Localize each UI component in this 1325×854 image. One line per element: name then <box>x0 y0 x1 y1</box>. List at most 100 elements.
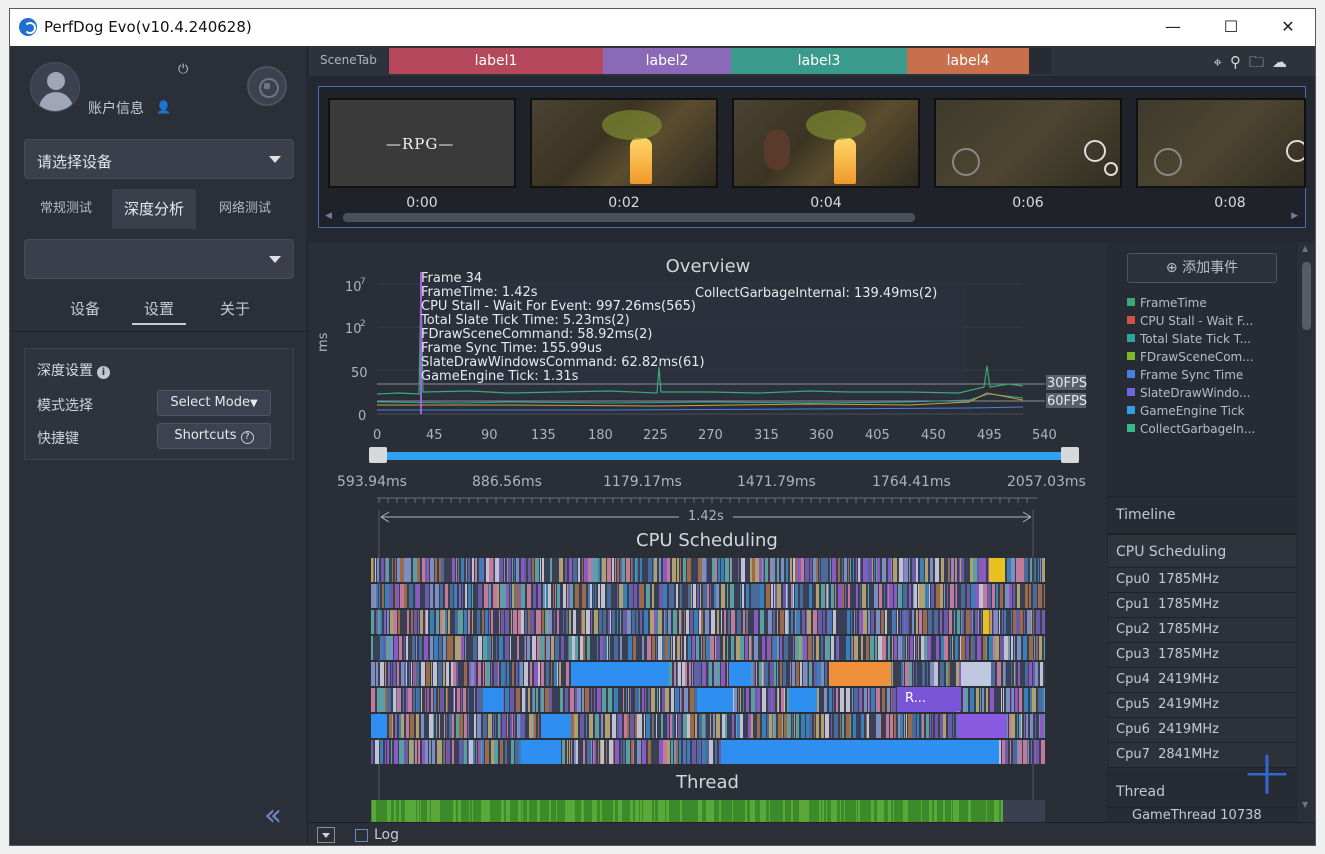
main-area: SceneTab label1 label2 label3 label4 ⌖⚲🗀… <box>309 46 1315 845</box>
map-pin-icon[interactable]: ⌖ <box>1214 53 1230 71</box>
cpu-track-row[interactable] <box>371 636 1045 660</box>
maximize-button[interactable]: ☐ <box>1202 9 1260 46</box>
cpu-row[interactable]: Cpu5 2419MHz <box>1108 693 1296 718</box>
cpu-track-row[interactable] <box>371 714 1045 738</box>
cpu-track-row[interactable] <box>371 740 1045 764</box>
tab-settings[interactable]: 设置 <box>132 298 186 325</box>
legend-item[interactable]: FDrawSceneCom... <box>1127 350 1254 364</box>
scene-tab-label1[interactable]: label1 <box>389 48 603 74</box>
thumbnail[interactable] <box>530 98 718 188</box>
x-tick: 315 <box>754 428 779 443</box>
tab-network-test[interactable]: 网络测试 <box>200 189 290 229</box>
y-tick-exp: 2 <box>360 319 366 329</box>
scroll-up-icon[interactable]: ▲ <box>1302 244 1308 253</box>
cpu-track-row[interactable] <box>371 662 1045 686</box>
cpu-row[interactable]: Cpu0 1785MHz <box>1108 568 1296 593</box>
ruler-label: 1471.79ms <box>737 474 816 490</box>
folder-icon[interactable]: 🗀 <box>1249 53 1272 71</box>
scroll-right-icon[interactable]: ▶ <box>1291 211 1298 221</box>
tab-device[interactable]: 设备 <box>70 298 100 319</box>
thread-item[interactable]: GameThread 10738 <box>1132 808 1262 823</box>
help-icon: ? <box>240 431 254 444</box>
minimize-button[interactable]: — <box>1144 9 1202 46</box>
cpu-row[interactable]: Cpu3 1785MHz <box>1108 643 1296 668</box>
series-gameengine <box>377 406 1024 411</box>
add-track-plus-icon[interactable]: + <box>1241 742 1293 804</box>
left-panel: 账户信息 👤 ⏻ 请选择设备 常规测试 深度分析 网络测试 设备 设置 关于 深… <box>10 46 308 845</box>
range-handle-right[interactable] <box>1061 447 1079 463</box>
horizontal-scrollbar[interactable] <box>343 213 915 222</box>
cpu-tracks[interactable] <box>371 558 1045 766</box>
sub-select[interactable] <box>24 239 294 279</box>
thumbnail[interactable]: —RPG— <box>328 98 516 188</box>
scene-tab-label2[interactable]: label2 <box>603 48 731 74</box>
thumbnail[interactable] <box>1136 98 1306 188</box>
account-info-label[interactable]: 账户信息 <box>88 98 144 118</box>
pin-outline-icon[interactable]: ⚲ <box>1230 53 1249 71</box>
legend-item[interactable]: SlateDrawWindo... <box>1127 386 1250 400</box>
user-settings-icon[interactable]: 👤 <box>156 100 171 114</box>
caret-down-icon: ▼ <box>249 398 258 409</box>
fps-tag-30: 30FPS <box>1047 376 1087 391</box>
scene-tab-bar: SceneTab label1 label2 label3 label4 ⌖⚲🗀… <box>309 46 1315 76</box>
legend-item[interactable]: Total Slate Tick T... <box>1127 332 1251 346</box>
log-label[interactable]: Log <box>374 827 399 843</box>
power-icon[interactable]: ⏻ <box>178 62 188 77</box>
select-mode-button[interactable]: Select Mode▼ <box>157 390 271 416</box>
legend-item[interactable]: CPU Stall - Wait F... <box>1127 314 1253 328</box>
scroll-left-icon[interactable]: ◀ <box>325 211 332 221</box>
thumbnail[interactable] <box>732 98 920 188</box>
thread-track[interactable] <box>371 800 1045 822</box>
plus-circle-icon: ⊕ <box>1165 260 1183 276</box>
cpu-track-row[interactable] <box>371 610 1045 634</box>
add-event-button[interactable]: ⊕ 添加事件 <box>1127 253 1277 283</box>
cpu-row[interactable]: Cpu2 1785MHz <box>1108 618 1296 643</box>
x-tick: 135 <box>531 428 556 443</box>
x-tick: 360 <box>809 428 834 443</box>
info-icon[interactable]: i <box>97 366 110 379</box>
legend-item[interactable]: FrameTime <box>1127 296 1207 310</box>
scene-tab-label4[interactable]: label4 <box>907 48 1029 74</box>
app-window: PerfDog Evo(v10.4.240628) — ☐ ✕ 账户信息 👤 ⏻… <box>9 8 1316 846</box>
cpu-scheduling-header[interactable]: CPU Scheduling <box>1108 534 1296 568</box>
device-select[interactable]: 请选择设备 <box>24 139 294 179</box>
scrollbar-thumb[interactable] <box>1302 262 1311 330</box>
range-slider[interactable] <box>379 452 1063 460</box>
thumbnail-time: 0:04 <box>810 195 842 211</box>
close-button[interactable]: ✕ <box>1259 9 1315 46</box>
caret-down-icon <box>269 156 281 163</box>
deep-settings-box: 深度设置 i 模式选择 Select Mode▼ 快捷键 Shortcuts ? <box>24 348 294 460</box>
log-checkbox[interactable] <box>355 829 368 842</box>
title-bar: PerfDog Evo(v10.4.240628) — ☐ ✕ <box>10 9 1315 46</box>
y-tick-exp: 7 <box>360 277 366 287</box>
avatar[interactable] <box>30 62 80 112</box>
cpu-row[interactable]: Cpu4 2419MHz <box>1108 668 1296 693</box>
scroll-down-icon[interactable]: ▼ <box>1302 800 1308 809</box>
cpu-track-row[interactable] <box>371 584 1045 608</box>
scene-tab-label3[interactable]: label3 <box>731 48 907 74</box>
timeline-header[interactable]: Timeline <box>1108 496 1296 534</box>
tab-deep-analysis[interactable]: 深度分析 <box>112 189 196 229</box>
tab-about[interactable]: 关于 <box>220 298 250 319</box>
thumbnail[interactable] <box>934 98 1122 188</box>
cpu-row[interactable]: Cpu1 1785MHz <box>1108 593 1296 618</box>
log-toggle-dropdown-icon[interactable] <box>317 827 335 843</box>
legend-item[interactable]: Frame Sync Time <box>1127 368 1243 382</box>
thumbnail-time: 0:06 <box>1012 195 1044 211</box>
legend-item[interactable]: GameEngine Tick <box>1127 404 1245 418</box>
range-handle-left[interactable] <box>369 447 387 463</box>
tab-normal-test[interactable]: 常规测试 <box>24 189 108 229</box>
task-chip[interactable]: R... <box>897 687 961 711</box>
x-tick: 225 <box>643 428 668 443</box>
record-button[interactable] <box>247 66 287 106</box>
vertical-scrollbar[interactable]: ▲ ▼ <box>1297 242 1315 822</box>
collapse-left-icon[interactable]: ‹‹ <box>264 798 282 833</box>
cloud-icon[interactable]: ☁ <box>1272 53 1295 71</box>
shortcuts-button[interactable]: Shortcuts ? <box>157 423 271 449</box>
right-sidebar: ⊕ 添加事件 FrameTime CPU Stall - Wait F... T… <box>1108 242 1296 823</box>
legend-item[interactable]: CollectGarbageIn... <box>1127 422 1255 436</box>
y-tick: 0 <box>358 409 366 424</box>
cpu-track-row[interactable] <box>371 558 1045 582</box>
mode-tabs: 常规测试 深度分析 网络测试 <box>24 189 294 229</box>
x-tick: 405 <box>865 428 890 443</box>
